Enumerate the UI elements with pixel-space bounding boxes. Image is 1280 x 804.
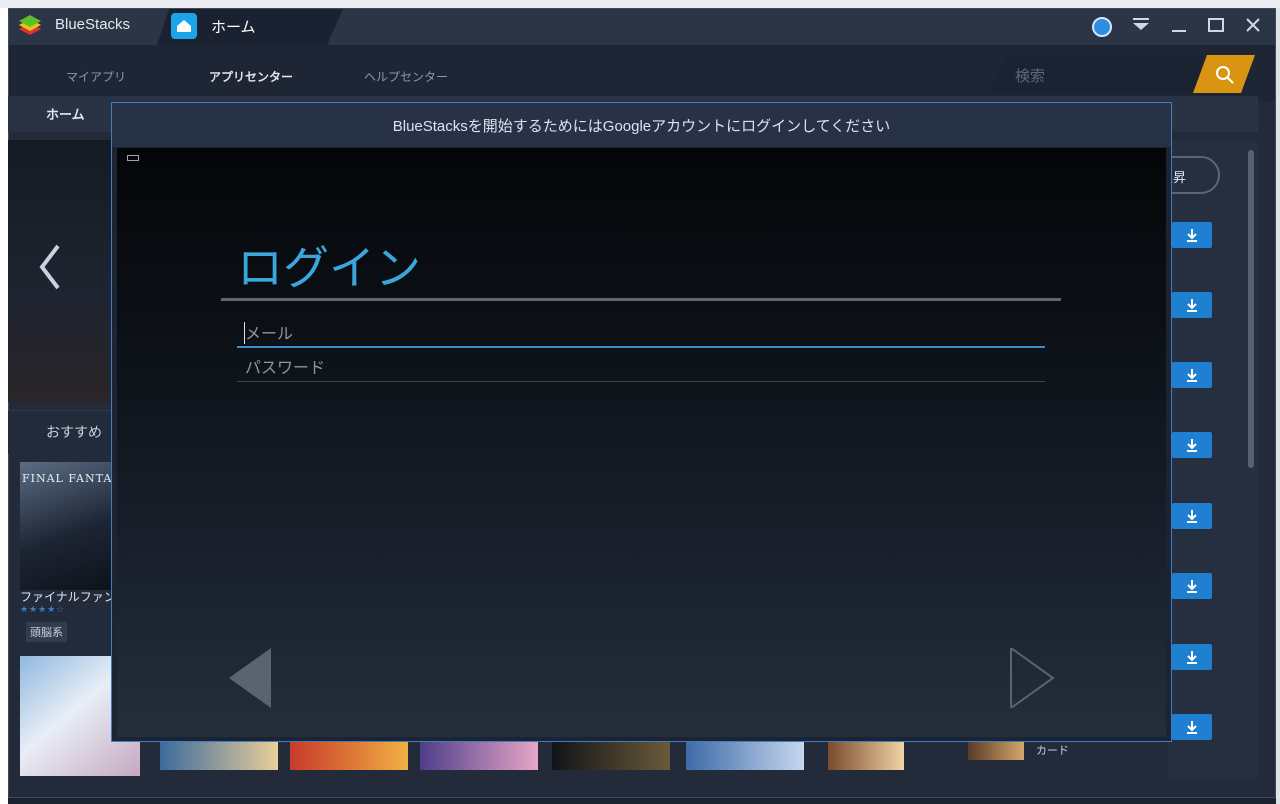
password-field	[237, 354, 1045, 382]
download-icon	[1187, 510, 1197, 523]
nav-help-center[interactable]: ヘルプセンター	[364, 68, 448, 85]
dialog-header: BlueStacksを開始するためにはGoogleアカウントにログインしてくださ…	[112, 103, 1171, 147]
game-title: ファイナルファン	[20, 590, 116, 604]
download-icon	[1187, 299, 1197, 312]
download-button[interactable]	[1172, 292, 1212, 318]
download-icon	[1187, 439, 1197, 452]
password-underline	[237, 381, 1045, 382]
download-icon	[1187, 229, 1197, 242]
email-field	[237, 320, 1045, 348]
main-nav: マイアプリ アプリセンター ヘルプセンター 検索	[9, 45, 1275, 101]
search-box: 検索	[989, 55, 1257, 93]
back-arrow-icon[interactable]	[227, 648, 273, 708]
heading-divider	[221, 298, 1061, 301]
recommended-label: おすすめ	[46, 425, 102, 441]
download-icon	[1187, 580, 1197, 593]
genre-tag: カード	[1036, 744, 1069, 757]
password-input[interactable]	[237, 354, 1045, 380]
search-button[interactable]	[1193, 55, 1255, 93]
download-button[interactable]	[1172, 362, 1212, 388]
close-icon[interactable]	[1241, 15, 1265, 39]
title-bar: BlueStacks ホーム	[9, 9, 1275, 45]
app-name: BlueStacks	[55, 16, 131, 33]
keyboard-icon	[127, 155, 139, 161]
login-heading: ログイン	[237, 241, 421, 295]
home-icon	[171, 13, 197, 39]
settings-menu-icon[interactable]	[1129, 15, 1153, 39]
tab-home-label: ホーム	[211, 18, 256, 36]
account-icon[interactable]	[1092, 17, 1112, 37]
desktop-background	[0, 0, 1280, 8]
rating-stars: ★★★★☆	[20, 605, 66, 615]
next-arrow-icon[interactable]	[1009, 648, 1055, 708]
search-icon	[1215, 65, 1235, 85]
download-button[interactable]	[1172, 503, 1212, 529]
download-button[interactable]	[1172, 644, 1212, 670]
genre-tag: 頭脳系	[26, 622, 67, 642]
sub-nav-home[interactable]: ホーム	[46, 104, 85, 123]
game-art-text: FINAL FANTAS	[22, 472, 121, 485]
maximize-icon[interactable]	[1204, 15, 1228, 39]
nav-app-center[interactable]: アプリセンター	[209, 68, 293, 85]
download-button[interactable]	[1172, 432, 1212, 458]
download-icon	[1187, 651, 1197, 664]
minimize-icon[interactable]	[1167, 15, 1191, 39]
email-underline	[237, 346, 1045, 348]
desktop-background-left	[0, 8, 8, 804]
search-placeholder: 検索	[1015, 67, 1046, 85]
login-dialog: BlueStacksを開始するためにはGoogleアカウントにログインしてくださ…	[111, 102, 1172, 742]
download-button[interactable]	[1172, 222, 1212, 248]
email-input[interactable]	[237, 320, 1045, 346]
download-icon	[1187, 369, 1197, 382]
nav-my-apps[interactable]: マイアプリ	[66, 68, 126, 85]
android-screen: ログイン	[117, 148, 1166, 737]
desktop-background-right	[1276, 8, 1280, 804]
bluestacks-logo-icon	[19, 15, 41, 35]
chevron-left-icon[interactable]	[34, 242, 64, 292]
download-button[interactable]	[1172, 714, 1212, 740]
download-icon	[1187, 721, 1197, 734]
scrollbar[interactable]	[1248, 150, 1254, 468]
download-button[interactable]	[1172, 573, 1212, 599]
dialog-title: BlueStacksを開始するためにはGoogleアカウントにログインしてくださ…	[392, 118, 891, 135]
text-cursor	[244, 322, 245, 344]
